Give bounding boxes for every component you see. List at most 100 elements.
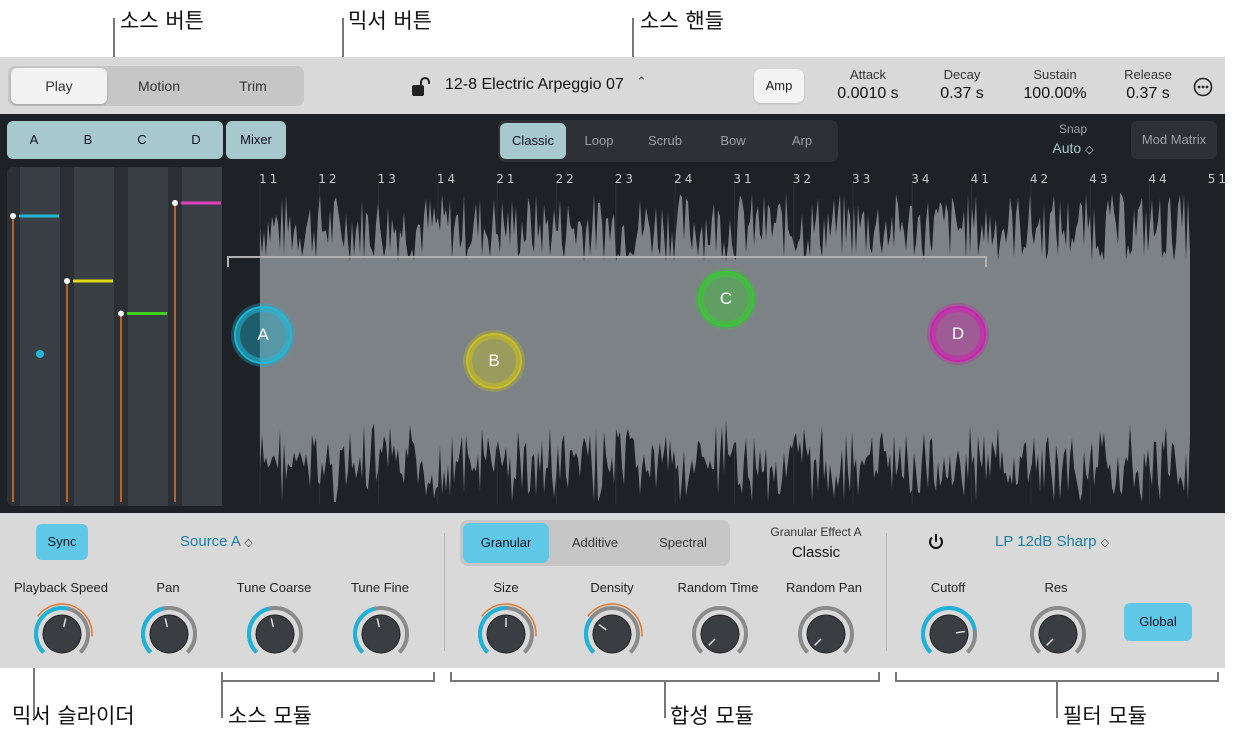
source-select[interactable]: Source A ◇	[180, 533, 253, 550]
decay-control[interactable]: Decay 0.37 s	[926, 67, 998, 103]
module-divider	[886, 533, 887, 651]
mixer-slider-handle[interactable]	[10, 213, 16, 219]
callout-source-handles: 소스 핸들	[640, 9, 724, 33]
mixer-slider-handle[interactable]	[118, 310, 124, 317]
chevron-updown-icon: ◇	[244, 537, 253, 549]
mode-classic[interactable]: Classic	[500, 123, 566, 159]
mixer-button[interactable]: Mixer	[226, 121, 286, 159]
mode-arp[interactable]: Arp	[768, 123, 836, 159]
tune-fine-knob[interactable]	[349, 602, 413, 666]
more-options-icon[interactable]	[1193, 77, 1213, 97]
mod-matrix-button[interactable]: Mod Matrix	[1131, 121, 1217, 159]
amp-button[interactable]: Amp	[754, 69, 804, 103]
sync-button[interactable]: Sync	[36, 524, 88, 560]
sustain-value: 100.00%	[1023, 85, 1087, 102]
chevron-updown-icon[interactable]: ⌃	[636, 74, 647, 90]
callout-line	[1217, 672, 1219, 682]
callout-mixer-sliders: 믹서 슬라이더	[12, 704, 135, 728]
random-pan-knob[interactable]	[794, 602, 858, 666]
filter-type-value: LP 12dB Sharp	[995, 533, 1097, 550]
source-button-d[interactable]: D	[169, 121, 223, 159]
granular-effect-title: Granular Effect A	[770, 525, 862, 539]
timeline-tick: 51	[1207, 172, 1230, 186]
callout-line	[221, 672, 223, 718]
knob-label-playback-speed: Playback Speed	[14, 580, 108, 595]
tab-play[interactable]: Play	[11, 68, 107, 104]
source-handle-c[interactable]: C	[698, 271, 754, 327]
mode-additive[interactable]: Additive	[552, 523, 638, 563]
decay-value: 0.37 s	[940, 85, 984, 102]
granular-effect-value[interactable]: Classic	[752, 544, 880, 561]
tab-trim[interactable]: Trim	[206, 68, 300, 104]
power-icon[interactable]	[926, 532, 946, 552]
density-knob[interactable]	[580, 602, 644, 666]
handle-c-label: C	[719, 289, 733, 308]
knob-label-random-time: Random Time	[677, 580, 759, 595]
knob-label-pan: Pan	[156, 580, 180, 595]
mode-loop[interactable]: Loop	[566, 123, 632, 159]
knob-label-tune-coarse: Tune Coarse	[236, 580, 312, 595]
size-knob[interactable]	[474, 602, 538, 666]
knob-label-cutoff: Cutoff	[930, 580, 966, 595]
callout-line	[450, 672, 452, 682]
knob-label-tune-fine: Tune Fine	[350, 580, 410, 595]
callout-line	[895, 672, 897, 682]
source-button-c[interactable]: C	[115, 121, 170, 159]
mode-bow[interactable]: Bow	[698, 123, 768, 159]
callout-mixer-button: 믹서 버튼	[348, 9, 432, 33]
source-button-b[interactable]: B	[61, 121, 116, 159]
source-a-position-dot	[36, 350, 44, 358]
view-segmented-control: Play Motion Trim	[8, 66, 304, 106]
preset-name[interactable]: 12-8 Electric Arpeggio 07	[445, 76, 624, 94]
random-time-knob[interactable]	[688, 602, 752, 666]
tune-coarse-knob[interactable]	[243, 602, 307, 666]
knob-label-density: Density	[590, 580, 634, 595]
cutoff-knob[interactable]	[917, 602, 981, 666]
callout-line	[1056, 680, 1058, 718]
source-select-value: Source A	[180, 533, 241, 550]
release-control[interactable]: Release 0.37 s	[1112, 67, 1184, 103]
knob-label-random-pan: Random Pan	[786, 580, 862, 595]
sustain-label: Sustain	[1033, 67, 1077, 82]
playback-speed-knob[interactable]	[30, 602, 94, 666]
handle-a-label: A	[257, 325, 269, 344]
chevron-updown-icon: ◇	[1085, 144, 1094, 156]
waveform[interactable]	[240, 184, 1200, 504]
mixer-sliders[interactable]	[7, 167, 222, 506]
res-knob[interactable]	[1026, 602, 1090, 666]
play-mode-control: Classic Loop Scrub Bow Arp	[498, 120, 838, 162]
callout-filter-module: 필터 모듈	[1063, 704, 1147, 728]
snap-select[interactable]: Auto ◇	[1040, 140, 1106, 156]
knob-label-size: Size	[493, 580, 519, 595]
handle-b-label: B	[488, 351, 500, 370]
mixer-slider-handle[interactable]	[64, 278, 70, 284]
callout-line	[221, 680, 435, 682]
handle-d-label: D	[951, 324, 965, 343]
mode-spectral[interactable]: Spectral	[640, 523, 726, 563]
pan-knob[interactable]	[137, 602, 201, 666]
source-handle-a[interactable]: A	[234, 306, 292, 364]
source-handle-d[interactable]: D	[930, 306, 986, 362]
global-button[interactable]: Global	[1124, 603, 1192, 641]
source-button-a[interactable]: A	[7, 121, 62, 159]
chevron-updown-icon: ◇	[1100, 537, 1110, 549]
handles-bracket	[227, 256, 987, 267]
filter-type-select[interactable]: LP 12dB Sharp ◇	[995, 533, 1109, 550]
module-divider	[444, 533, 445, 651]
mixer-slider-handle[interactable]	[172, 200, 178, 206]
source-handle-b[interactable]: B	[466, 333, 522, 389]
decay-label: Decay	[943, 67, 981, 82]
mode-scrub[interactable]: Scrub	[632, 123, 698, 159]
callout-line	[878, 672, 880, 682]
attack-control[interactable]: Attack 0.0010 s	[832, 67, 904, 103]
knob-label-res: Res	[1044, 580, 1068, 595]
sustain-control[interactable]: Sustain 100.00%	[1015, 67, 1095, 103]
attack-value: 0.0010 s	[837, 85, 899, 102]
attack-label: Attack	[849, 67, 887, 82]
lock-open-icon[interactable]	[411, 76, 433, 98]
callout-source-module: 소스 모듈	[228, 704, 312, 728]
release-value: 0.37 s	[1126, 85, 1170, 102]
tab-motion[interactable]: Motion	[112, 68, 206, 104]
snap-label: Snap	[1058, 122, 1088, 136]
mode-granular[interactable]: Granular	[463, 523, 549, 563]
